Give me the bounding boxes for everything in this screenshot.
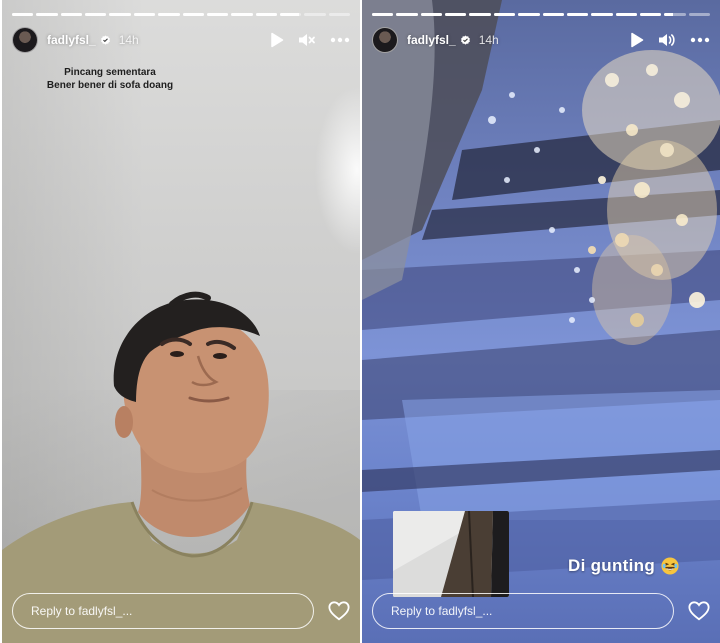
story-panel-right[interactable]: Di gunting fadlyfsl_ 14h [362,0,720,643]
progress-fill [542,13,564,16]
story-panel-left[interactable]: fadlyfsl_ 14h Pincang sementara Bener be… [2,0,360,643]
progress-fill [206,13,229,16]
progress-segment [372,13,394,16]
play-icon[interactable] [630,32,644,48]
progress-fill [566,13,589,16]
text-sticker: Di gunting [568,556,679,576]
caption-line: Pincang sementara [64,67,156,78]
caption-line: Bener bener di sofa doang [46,80,174,91]
progress-segment [445,13,467,16]
progress-segment [231,13,253,16]
progress-fill [231,13,253,16]
progress-segment [12,13,34,16]
progress-segment [182,13,204,16]
progress-fill [60,13,83,16]
progress-fill [591,13,613,16]
progress-fill [396,13,418,16]
progress-fill [12,13,34,16]
progress-fill [36,13,58,16]
progress-fill [469,13,491,16]
progress-segment [615,13,637,16]
progress-segment [518,13,540,16]
progress-segment [36,13,58,16]
story-progress-bar [12,13,351,16]
header-actions [270,32,350,48]
verified-badge-icon [460,34,470,45]
progress-segment [664,13,686,16]
progress-segment [279,13,302,16]
progress-segment [109,13,131,16]
progress-segment [420,13,443,16]
reply-input[interactable] [12,593,314,629]
play-icon[interactable] [270,32,284,48]
progress-segment [469,13,491,16]
speaker-icon[interactable] [658,32,676,48]
reply-bar [12,593,350,629]
progress-segment [304,13,326,16]
sticker-label: Di gunting [568,556,656,575]
story-header: fadlyfsl_ 14h [12,26,350,54]
timestamp: 14h [478,33,499,47]
progress-fill [639,13,662,16]
progress-fill [158,13,180,16]
person-photo [2,291,360,643]
username[interactable]: fadlyfsl_ [407,33,456,47]
reply-input[interactable] [372,593,674,629]
avatar[interactable] [12,27,38,53]
progress-segment [60,13,83,16]
heart-outline-icon[interactable] [328,600,350,622]
progress-fill [85,13,107,16]
progress-fill [420,13,443,16]
username[interactable]: fadlyfsl_ [47,33,96,47]
timestamp: 14h [118,33,139,47]
progress-fill [133,13,156,16]
progress-segment [688,13,711,16]
progress-segment [206,13,229,16]
progress-fill [445,13,467,16]
speaker-muted-icon[interactable] [298,32,316,48]
verified-badge-icon [100,34,110,45]
progress-fill [615,13,637,16]
story-caption: Pincang sementara Bener bener di sofa do… [30,66,190,92]
inset-photo-sticker [393,511,509,597]
progress-segment [133,13,156,16]
inset-photo-image [393,511,509,597]
progress-segment [566,13,589,16]
progress-fill [518,13,540,16]
progress-segment [591,13,613,16]
progress-fill [493,13,516,16]
progress-fill [182,13,204,16]
header-actions [630,32,710,48]
more-horizontal-icon[interactable] [690,37,710,43]
progress-segment [639,13,662,16]
progress-fill [109,13,131,16]
progress-fill [255,13,277,16]
progress-segment [158,13,180,16]
story-progress-bar [372,13,711,16]
more-horizontal-icon[interactable] [330,37,350,43]
progress-segment [85,13,107,16]
reply-bar [372,593,710,629]
heart-outline-icon[interactable] [688,600,710,622]
progress-fill [372,13,394,16]
progress-segment [328,13,351,16]
progress-segment [542,13,564,16]
story-header: fadlyfsl_ 14h [372,26,710,54]
progress-fill [279,13,300,16]
laughing-emoji-icon [661,557,679,575]
progress-segment [396,13,418,16]
progress-segment [493,13,516,16]
progress-segment [255,13,277,16]
progress-fill [664,13,673,16]
avatar[interactable] [372,27,398,53]
